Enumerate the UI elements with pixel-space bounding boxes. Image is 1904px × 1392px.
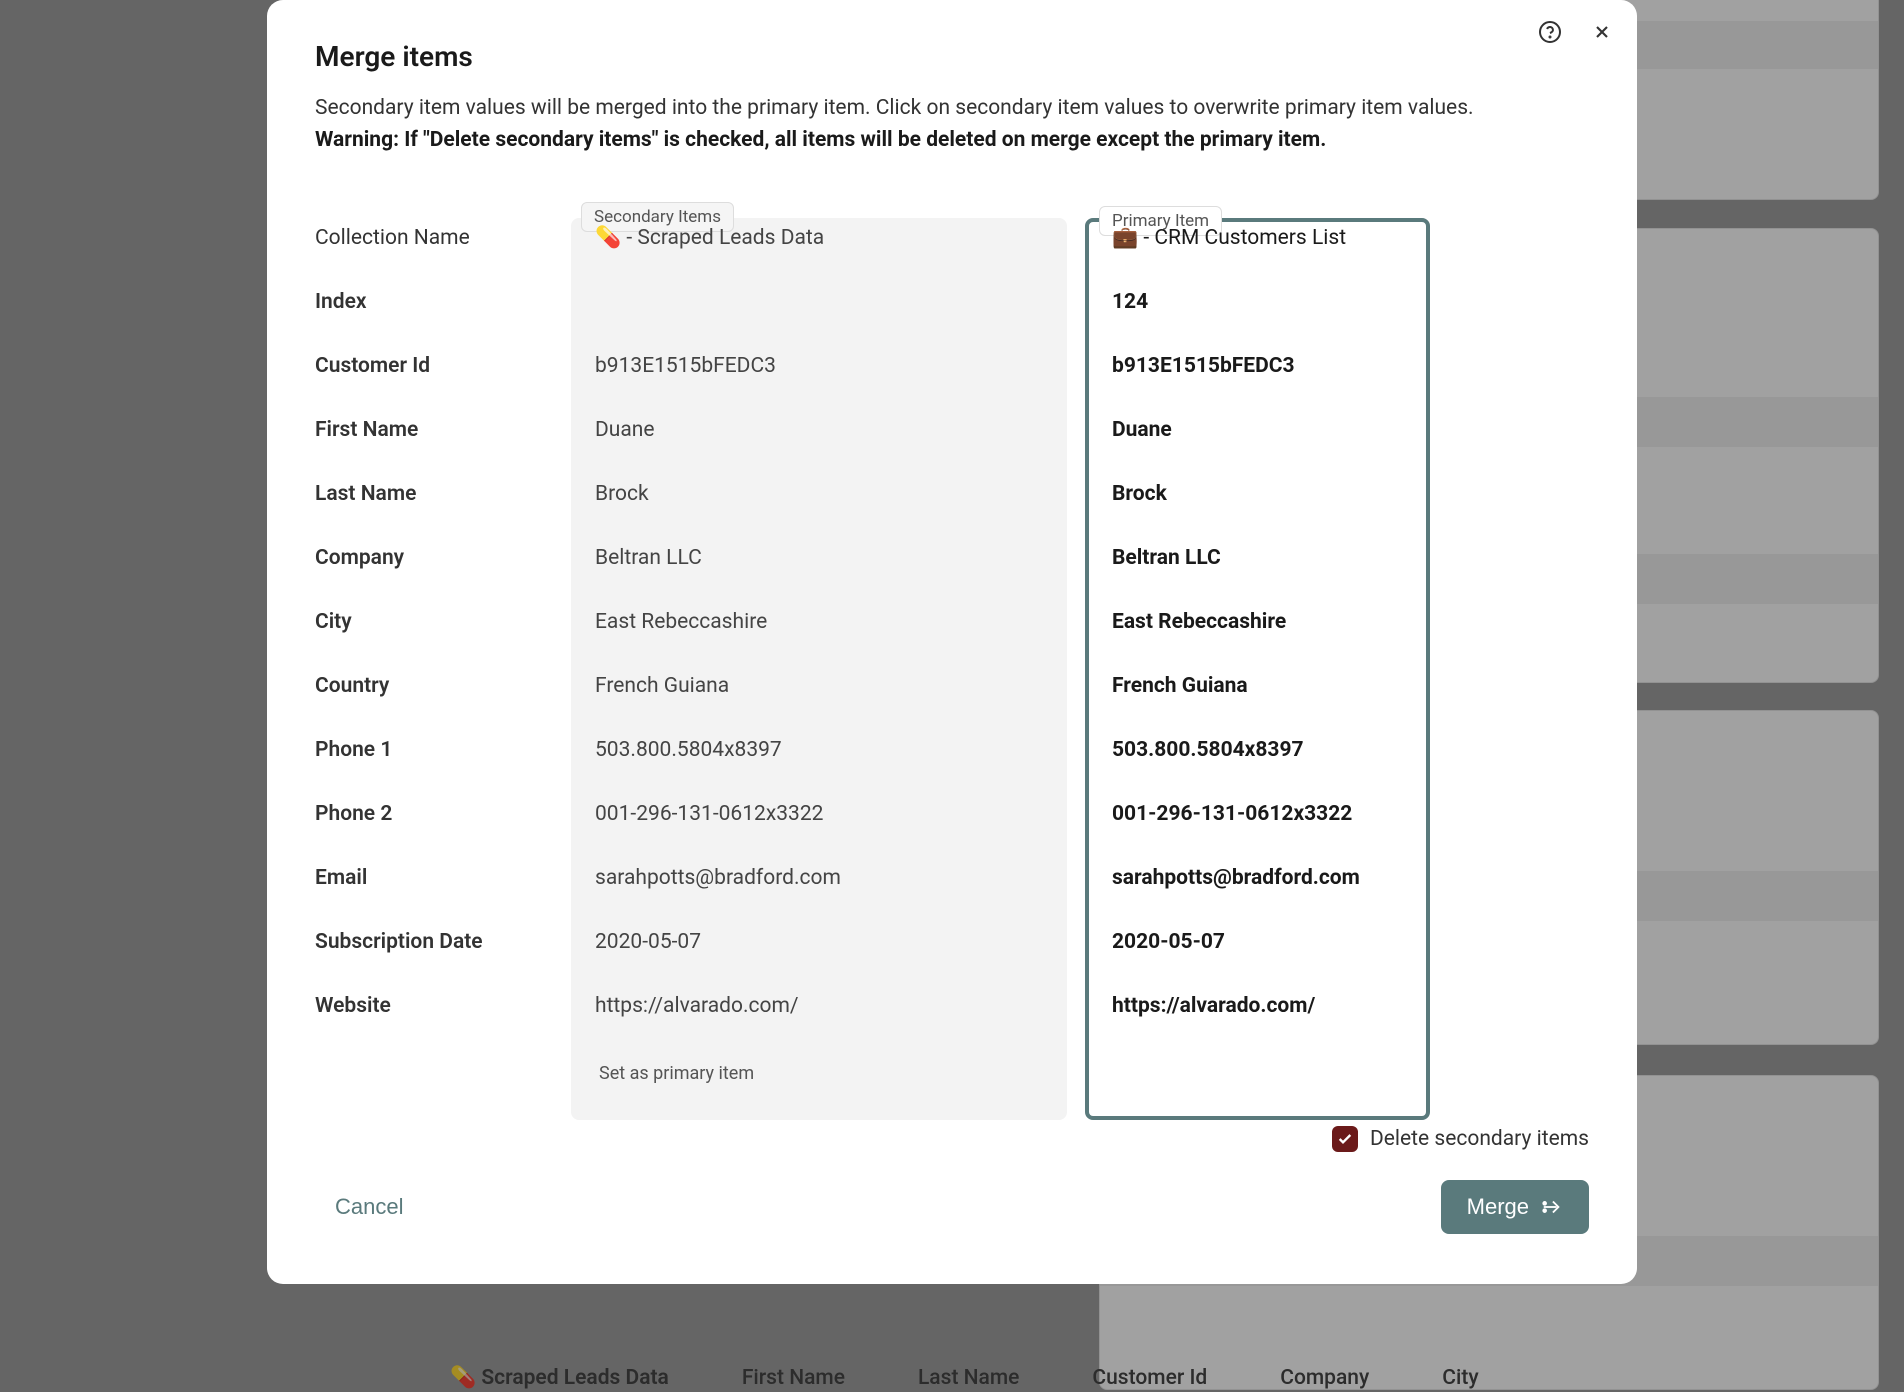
field-label: Country [315,656,555,716]
primary-value-cell: Duane [1088,400,1589,460]
secondary-value-cell[interactable]: 001-296-131-0612x3322 [571,784,1072,844]
secondary-value-cell[interactable]: Beltran LLC [571,528,1072,588]
delete-secondary-checkbox-row: Delete secondary items [315,1126,1589,1152]
field-label: City [315,592,555,652]
field-label: Last Name [315,464,555,524]
field-label: Website [315,976,555,1036]
field-row: Customer Id b913E1515bFEDC3 b913E1515bFEDC… [315,334,1589,398]
primary-value-cell: https://alvarado.com/ [1088,976,1589,1036]
cancel-button[interactable]: Cancel [315,1182,423,1232]
field-row: Collection Name 💊 - Scraped Leads Data 💼 -… [315,206,1589,270]
field-row: City East Rebeccashire East Rebeccashire [315,590,1589,654]
field-label: Index [315,272,555,332]
field-label: Email [315,848,555,908]
field-row: Phone 1 503.800.5804x8397 503.800.5804x839… [315,718,1589,782]
primary-value-cell: East Rebeccashire [1088,592,1589,652]
field-label: Company [315,528,555,588]
modal-title: Merge items [315,40,1589,73]
field-row: Phone 2 001-296-131-0612x3322 001-296-131-… [315,782,1589,846]
secondary-value-cell[interactable]: sarahpotts@bradford.com [571,848,1072,908]
secondary-value-cell[interactable]: b913E1515bFEDC3 [571,336,1072,396]
primary-value-cell: 503.800.5804x8397 [1088,720,1589,780]
field-row: Subscription Date 2020-05-07 2020-05-07 [315,910,1589,974]
merge-arrow-icon [1541,1196,1563,1218]
primary-value-cell: b913E1515bFEDC3 [1088,336,1589,396]
secondary-value-cell[interactable]: 💊 - Scraped Leads Data [571,208,1072,268]
secondary-value-cell[interactable]: East Rebeccashire [571,592,1072,652]
help-icon[interactable] [1538,20,1562,44]
field-label: First Name [315,400,555,460]
primary-value-cell: sarahpotts@bradford.com [1088,848,1589,908]
modal-overlay: Merge items Secondary item values will b… [0,0,1904,1392]
delete-secondary-label: Delete secondary items [1370,1127,1589,1151]
secondary-value-cell[interactable]: https://alvarado.com/ [571,976,1072,1036]
field-row: First Name Duane Duane [315,398,1589,462]
merge-button[interactable]: Merge [1441,1180,1589,1234]
primary-value-cell: 2020-05-07 [1088,912,1589,972]
primary-value-cell: 124 [1088,272,1589,332]
secondary-value-cell[interactable]: 503.800.5804x8397 [571,720,1072,780]
secondary-value-cell[interactable]: Duane [571,400,1072,460]
primary-value-cell: Brock [1088,464,1589,524]
primary-value-cell: Beltran LLC [1088,528,1589,588]
modal-footer: Cancel Merge [315,1180,1589,1234]
merge-items-modal: Merge items Secondary item values will b… [267,0,1637,1284]
set-as-primary-button[interactable]: Set as primary item [571,1045,1072,1102]
field-label: Collection Name [315,208,555,268]
secondary-value-cell[interactable]: 2020-05-07 [571,912,1072,972]
secondary-value-cell[interactable]: French Guiana [571,656,1072,716]
secondary-value-cell[interactable]: Brock [571,464,1072,524]
merge-comparison-table: Secondary Items Primary Item Collection … [315,206,1589,1108]
primary-value-cell: French Guiana [1088,656,1589,716]
modal-description: Secondary item values will be merged int… [315,93,1589,156]
secondary-value-cell[interactable] [571,284,1072,320]
field-label: Subscription Date [315,912,555,972]
primary-value-cell: 001-296-131-0612x3322 [1088,784,1589,844]
field-label: Phone 1 [315,720,555,780]
close-icon[interactable] [1592,22,1612,42]
field-label: Phone 2 [315,784,555,844]
field-row: Country French Guiana French Guiana [315,654,1589,718]
delete-secondary-checkbox[interactable] [1332,1126,1358,1152]
field-row: Email sarahpotts@bradford.com sarahpotts@b… [315,846,1589,910]
primary-value-cell: 💼 - CRM Customers List [1088,208,1589,268]
field-row: Website https://alvarado.com/https://alva… [315,974,1589,1038]
field-row: Company Beltran LLC Beltran LLC [315,526,1589,590]
field-label: Customer Id [315,336,555,396]
field-row: Last Name Brock Brock [315,462,1589,526]
